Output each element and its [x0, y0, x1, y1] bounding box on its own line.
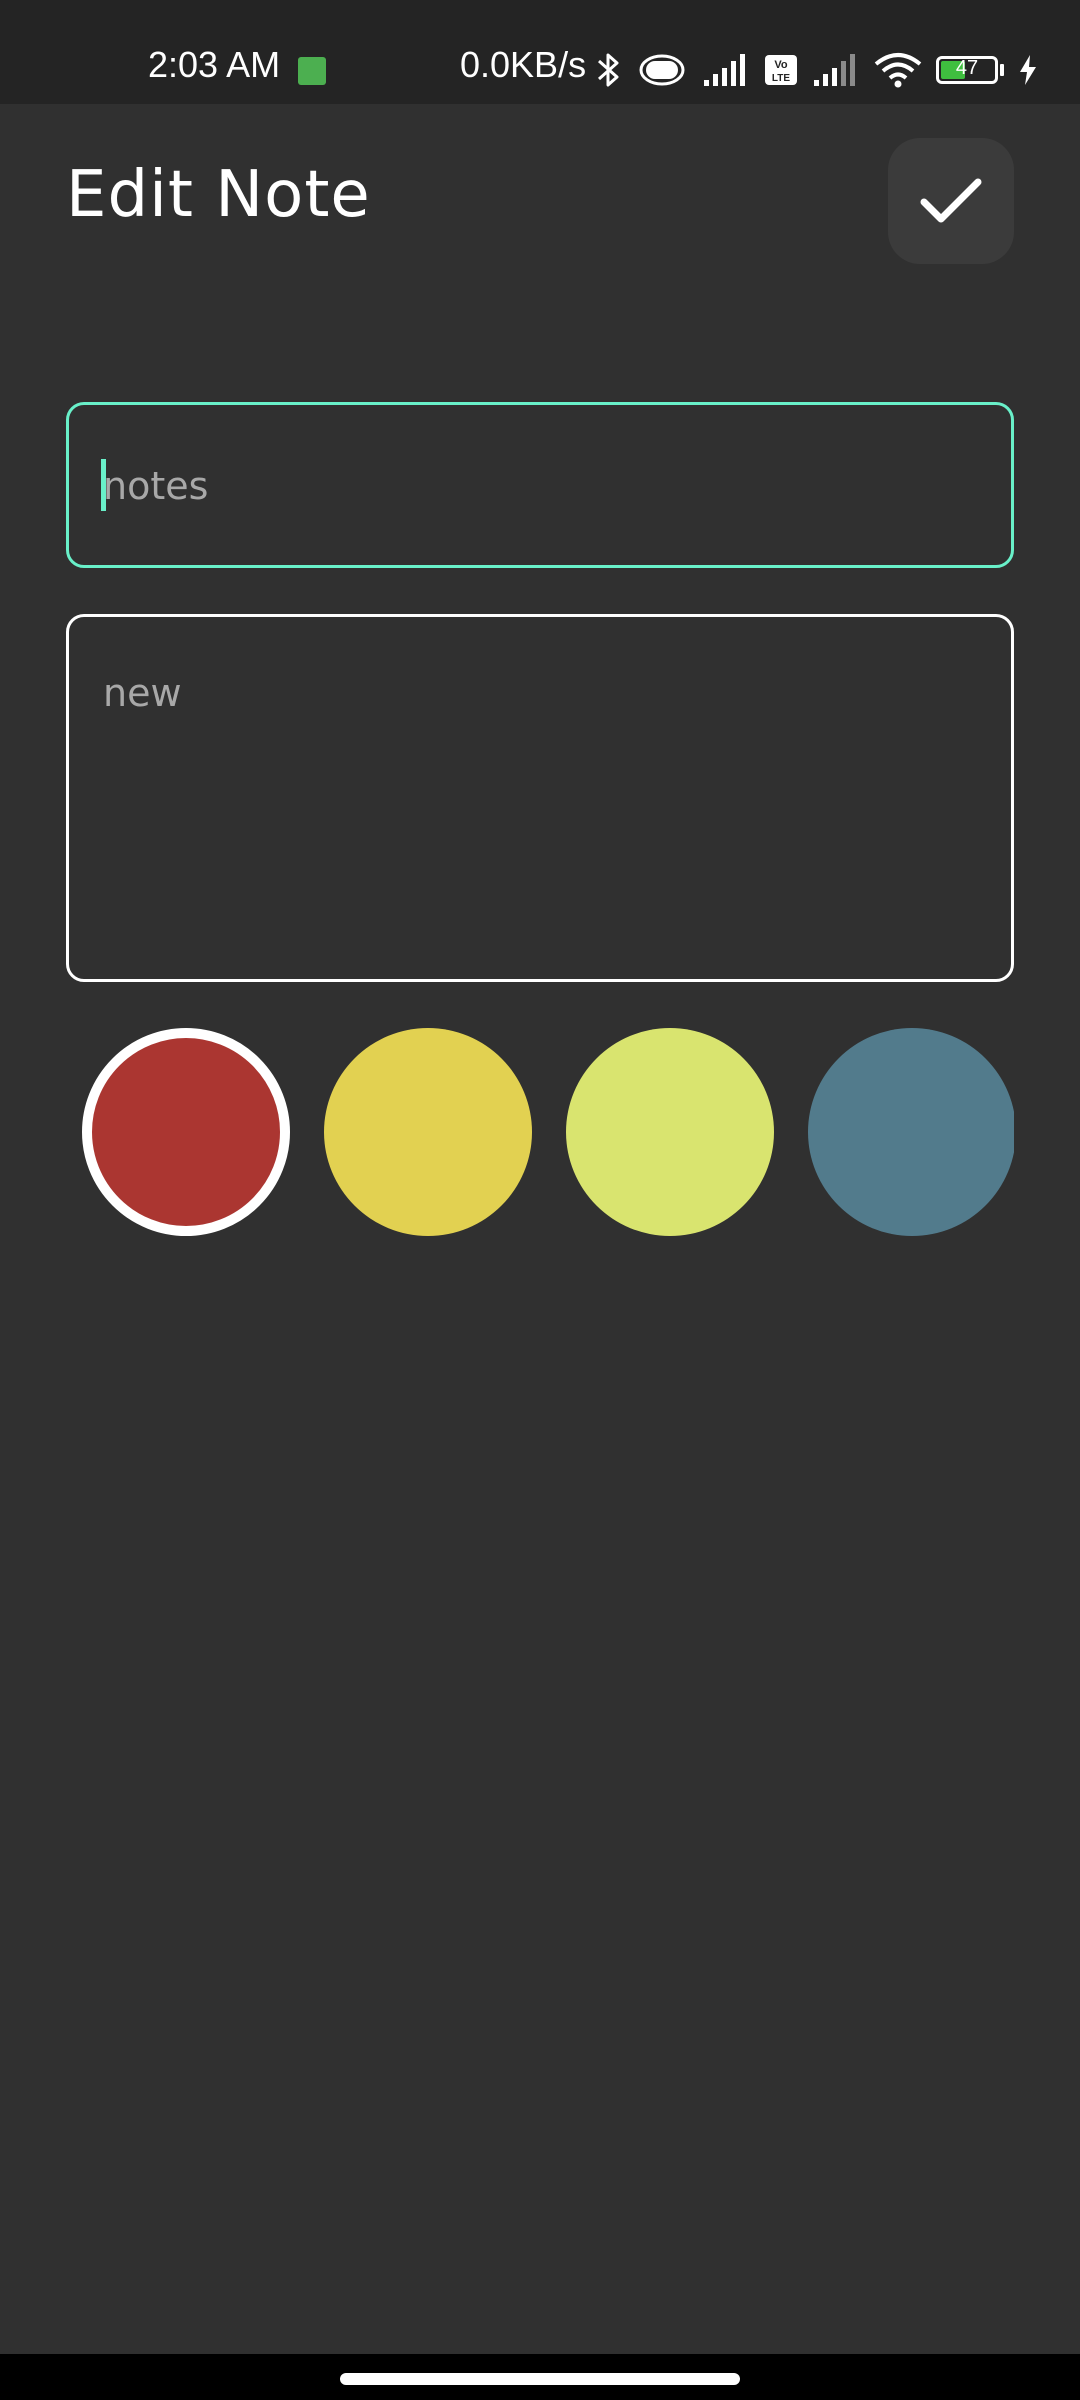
title-input[interactable] [101, 455, 965, 517]
volte-icon: Vo LTE [765, 55, 797, 85]
color-swatch-lime[interactable] [566, 1028, 774, 1236]
color-swatch-blue-grey[interactable] [808, 1028, 1014, 1236]
edit-note-screen: 2:03 AM 0.0KB/s Vo LTE 47 Edit Note note… [0, 0, 1080, 2400]
color-picker [66, 1026, 1014, 1238]
charging-icon [1020, 55, 1036, 85]
status-bar: 2:03 AM 0.0KB/s Vo LTE 47 [0, 0, 1080, 104]
battery-level: 47 [955, 57, 979, 79]
content-field[interactable] [66, 614, 1014, 982]
wifi-icon [874, 53, 922, 88]
color-swatch-yellow[interactable] [324, 1028, 532, 1236]
svg-text:Vo: Vo [774, 59, 788, 71]
page-title: Edit Note [66, 158, 371, 232]
home-indicator[interactable] [340, 2373, 740, 2385]
battery-icon: 47 [936, 56, 998, 84]
app-notification-icon [298, 57, 326, 85]
content-input[interactable] [101, 669, 965, 953]
check-icon [920, 178, 982, 223]
save-button[interactable] [888, 138, 1014, 264]
text-cursor [101, 459, 106, 511]
bluetooth-icon [598, 53, 619, 87]
status-icons: Vo LTE 47 [596, 50, 1038, 90]
network-speed: 0.0KB/s [460, 44, 587, 85]
vibrate-icon [639, 54, 685, 86]
color-swatch-red[interactable] [82, 1028, 290, 1236]
svg-text:LTE: LTE [772, 73, 790, 84]
status-time: 2:03 AM [148, 44, 281, 85]
signal-2-icon [814, 54, 855, 86]
signal-icon [704, 54, 745, 86]
title-field[interactable] [66, 402, 1014, 568]
